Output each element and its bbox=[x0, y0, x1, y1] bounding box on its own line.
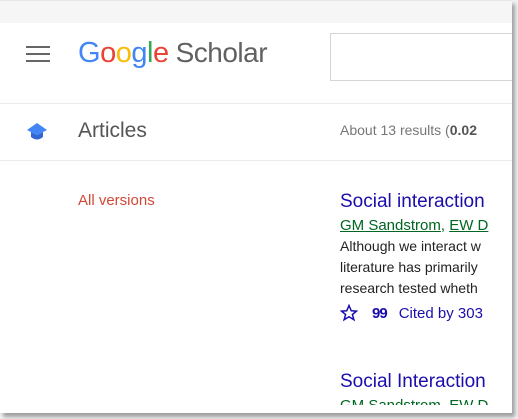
search-result: Social Interaction GM Sandstrom, EW D bbox=[340, 371, 512, 405]
top-strip bbox=[0, 1, 512, 23]
snippet-line: Although we interact w bbox=[340, 238, 481, 254]
result-snippet: Although we interact w literature has pr… bbox=[340, 236, 512, 299]
cited-by-link[interactable]: Cited by 303 bbox=[399, 305, 483, 322]
browser-frame: Google Scholar Articles About 13 results … bbox=[0, 0, 512, 413]
result-actions: 99 Cited by 303 bbox=[340, 304, 512, 322]
result-title-link[interactable]: Social interaction bbox=[340, 191, 512, 213]
results-time: 0.02 bbox=[449, 122, 477, 138]
author-link[interactable]: EW D bbox=[449, 397, 488, 405]
author-link[interactable]: GM Sandstrom bbox=[340, 397, 441, 405]
search-result: Social interaction GM Sandstrom, EW D Al… bbox=[340, 191, 512, 322]
graduation-cap-icon bbox=[27, 123, 47, 140]
logo-scholar-text: Scholar bbox=[175, 37, 268, 68]
results-count: About 13 results (0.02 bbox=[340, 122, 477, 138]
result-authors: GM Sandstrom, EW D bbox=[340, 397, 512, 405]
quote-icon[interactable]: 99 bbox=[372, 305, 388, 322]
all-versions-link[interactable]: All versions bbox=[78, 192, 155, 209]
author-link[interactable]: GM Sandstrom bbox=[340, 217, 441, 234]
google-scholar-logo[interactable]: Google Scholar bbox=[78, 37, 268, 70]
snippet-line: research tested wheth bbox=[340, 280, 478, 296]
page-title: Articles bbox=[78, 119, 147, 142]
star-outline-icon[interactable] bbox=[340, 304, 358, 322]
result-title-link[interactable]: Social Interaction bbox=[340, 371, 512, 393]
author-link[interactable]: EW D bbox=[449, 217, 488, 234]
result-authors: GM Sandstrom, EW D bbox=[340, 217, 489, 234]
hamburger-menu-icon[interactable] bbox=[26, 46, 50, 64]
snippet-line: literature has primarily bbox=[340, 259, 478, 275]
search-input[interactable] bbox=[330, 33, 512, 81]
